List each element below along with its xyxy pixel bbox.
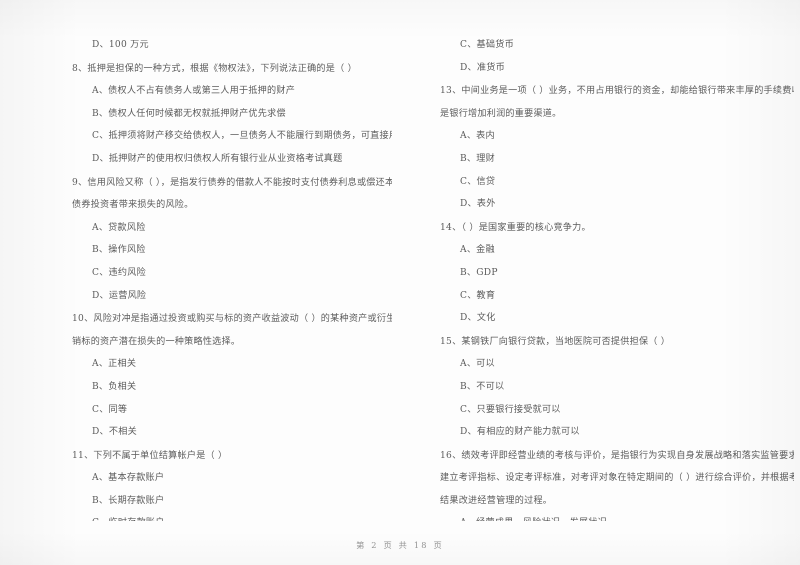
page-footer: 第 2 页 共 18 页	[356, 540, 444, 550]
question-option: C、信贷	[460, 176, 496, 187]
question-stem: 14、（ ）是国家重要的核心竞争力。	[440, 222, 591, 233]
question-stem: 15、某钢铁厂向银行贷款，当地医院可否提供担保（ ）	[440, 336, 671, 347]
question-block: 15、某钢铁厂向银行贷款，当地医院可否提供担保（ ） A、可以 B、不可以 C、只要银…	[440, 331, 794, 444]
question-option: B、理财	[460, 153, 495, 164]
question-option: D、不相关	[92, 427, 137, 438]
page-columns: D、100 万元 8、抵押是担保的一种方式，根据《物权法》，下列说法正确的是（ ）…	[0, 34, 800, 521]
question-option: A、正相关	[92, 359, 137, 370]
question-option: D、准货币	[460, 62, 505, 73]
question-option: B、操作风险	[92, 245, 146, 256]
question-option: A、基本存款账户	[92, 473, 165, 484]
question-option: D、100 万元	[92, 40, 149, 50]
question-option: B、负相关	[92, 381, 137, 392]
question-option: A、可以	[460, 359, 495, 370]
question-stem-continuation: 是银行增加利润的重要渠道。	[440, 108, 562, 119]
question-option: D、有相应的财产能力就可以	[460, 427, 580, 438]
question-option: C、只要银行接受就可以	[460, 404, 561, 415]
question-option: D、表外	[460, 199, 496, 210]
question-block: 11、下列不属于单位结算帐户是（ ） A、基本存款账户 B、长期存款账户 C、临时存款…	[72, 445, 392, 521]
question-block: C、基础货币 D、准货币	[440, 34, 794, 79]
question-option: A、债权人不占有债务人或第三人用于抵押的财产	[92, 86, 296, 97]
right-text-column: C、基础货币 D、准货币 13、中间业务是一项（ ）业务，不用占用银行的资金，却能给…	[400, 34, 800, 521]
question-option: D、抵押财产的使用权归债权人所有银行业从业资格考试真题	[92, 153, 343, 164]
question-block: 8、抵押是担保的一种方式，根据《物权法》，下列说法正确的是（ ） A、债权人不占有…	[72, 58, 392, 171]
question-option: D、文化	[460, 313, 496, 324]
question-option: B、不可以	[460, 381, 505, 392]
question-option: D、运营风险	[92, 290, 147, 301]
scanned-page: D、100 万元 8、抵押是担保的一种方式，根据《物权法》，下列说法正确的是（ ）…	[0, 0, 800, 565]
left-text-column: D、100 万元 8、抵押是担保的一种方式，根据《物权法》，下列说法正确的是（ ）…	[0, 34, 400, 521]
question-option: B、GDP	[460, 267, 498, 278]
question-block: 16、绩效考评即经营业绩的考核与评价，是指银行为实现自身发展战略和落实监管要求，…	[440, 445, 794, 521]
question-stem: 9、信用风险又称（ ），是指发行债券的借款人不能按时支付债券利息或偿还本金，而给	[72, 177, 392, 188]
question-block: D、100 万元	[72, 34, 392, 57]
question-stem: 16、绩效考评即经营业绩的考核与评价，是指银行为实现自身发展战略和落实监管要求，…	[440, 450, 794, 461]
question-option: A、表内	[460, 131, 495, 142]
question-option: C、临时存款账户	[72, 512, 392, 521]
question-stem: 11、下列不属于单位结算帐户是（ ）	[72, 450, 228, 461]
question-option: C、教育	[460, 290, 496, 301]
question-stem: 13、中间业务是一项（ ）业务，不用占用银行的资金，却能给银行带来丰厚的手续费收…	[440, 86, 794, 97]
question-block: 14、（ ）是国家重要的核心竞争力。 A、金融 B、GDP C、教育 D、文化	[440, 217, 794, 330]
question-option: C、抵押须将财产移交给债权人，一旦债务人不能履行到期债务，可直接用于清偿	[92, 131, 392, 142]
question-option: B、债权人任何时候都无权就抵押财产优先求偿	[92, 108, 286, 119]
question-option: A、金融	[460, 245, 495, 256]
question-stem: 8、抵押是担保的一种方式，根据《物权法》，下列说法正确的是（ ）	[72, 63, 357, 74]
question-stem: 10、风险对冲是指通过投资或购买与标的资产收益波动（ ）的某种资产或衍生产品，来…	[72, 314, 392, 325]
question-option: A、贷款风险	[92, 222, 146, 233]
question-stem-continuation: 销标的资产潜在损失的一种策略性选择。	[72, 336, 241, 347]
question-option: B、长期存款账户	[92, 495, 165, 506]
question-stem-continuation: 结果改进经营管理的过程。	[440, 495, 553, 506]
question-option: C、违约风险	[92, 267, 146, 278]
question-block: 10、风险对冲是指通过投资或购买与标的资产收益波动（ ）的某种资产或衍生产品，来…	[72, 308, 392, 444]
question-option: A、经营成果、风险状况、发展状况	[440, 512, 794, 521]
question-stem-continuation: 债券投资者带来损失的风险。	[72, 200, 194, 211]
question-block: 9、信用风险又称（ ），是指发行债券的借款人不能按时支付债券利息或偿还本金，而给…	[72, 172, 392, 308]
question-option: C、基础货币	[460, 40, 514, 50]
question-option: C、同等	[92, 404, 128, 415]
question-block: 13、中间业务是一项（ ）业务，不用占用银行的资金，却能给银行带来丰厚的手续费收…	[440, 80, 794, 216]
question-stem-continuation: 建立考评指标、设定考评标准，对考评对象在特定期间的（ ）进行综合评价，并根据考评	[440, 473, 794, 484]
